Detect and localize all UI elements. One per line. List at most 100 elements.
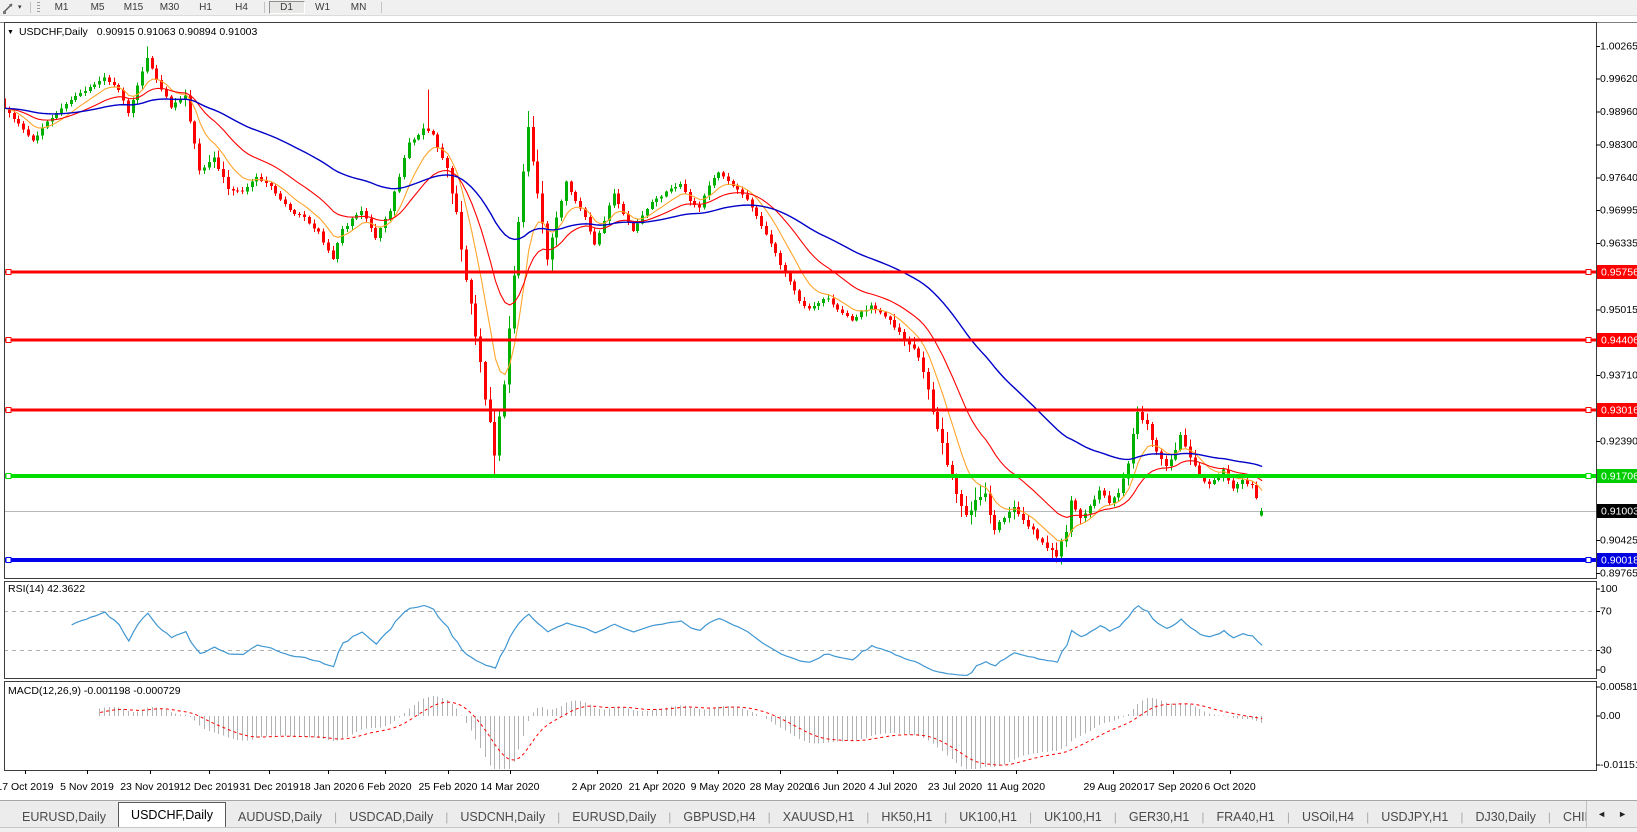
svg-text:14 Mar 2020: 14 Mar 2020 — [481, 781, 540, 793]
date-axis: 17 Oct 20195 Nov 201923 Nov 201912 Dec 2… — [0, 770, 1256, 793]
tab-usoil-h4[interactable]: USOil,H4 — [1290, 807, 1366, 827]
tab-usdchf-daily[interactable]: USDCHF,Daily — [118, 802, 226, 827]
svg-text:11 Aug 2020: 11 Aug 2020 — [987, 781, 1045, 793]
svg-text:-0.011514: -0.011514 — [1600, 759, 1637, 771]
macd-axis: 0.0058180.00-0.011514 — [1596, 681, 1637, 771]
tab-scroll-controls: ◄ ► — [1586, 801, 1637, 827]
ma-mid-line — [5, 88, 1262, 517]
svg-text:0: 0 — [1600, 664, 1606, 676]
timeframe-button-m5[interactable]: M5 — [80, 1, 116, 14]
svg-text:0.94406: 0.94406 — [1601, 335, 1637, 347]
level-line-handle[interactable] — [1586, 408, 1591, 413]
level-line-handle[interactable] — [1586, 558, 1591, 563]
svg-text:0.89765: 0.89765 — [1600, 567, 1637, 579]
timeframe-button-d1[interactable]: D1 — [269, 1, 305, 14]
level-line-handle[interactable] — [1586, 338, 1591, 343]
svg-text:0.90425: 0.90425 — [1600, 534, 1637, 546]
rsi-axis: 100 70 30 0 — [1596, 583, 1618, 676]
price-axis: 1.00265 0.99620 0.98960 0.98300 0.97640 0.969… — [1596, 41, 1637, 580]
svg-text:6 Oct 2020: 6 Oct 2020 — [1204, 781, 1256, 793]
svg-text:31 Dec 2019: 31 Dec 2019 — [239, 781, 299, 793]
svg-text:17 Oct 2019: 17 Oct 2019 — [0, 781, 54, 793]
timeframe-button-m15[interactable]: M15 — [116, 1, 152, 14]
tab-eurusd-daily[interactable]: EURUSD,Daily — [560, 807, 668, 827]
svg-text:16 Jun 2020: 16 Jun 2020 — [808, 781, 866, 793]
tab-hk50-h1[interactable]: HK50,H1 — [869, 807, 944, 827]
svg-text:0.93710: 0.93710 — [1600, 369, 1637, 381]
toolbar-separator — [30, 2, 31, 13]
toolbar-separator — [264, 2, 265, 13]
svg-text:21 Apr 2020: 21 Apr 2020 — [629, 781, 686, 793]
timeframe-button-w1[interactable]: W1 — [305, 1, 341, 14]
svg-text:0.97640: 0.97640 — [1600, 172, 1637, 184]
symbol-tab-bar: EURUSD,DailyUSDCHF,DailyAUDUSD,Daily|USD… — [0, 800, 1637, 827]
svg-text:0.005818: 0.005818 — [1600, 681, 1637, 693]
toolbar-separator — [381, 2, 382, 13]
svg-text:23 Jul 2020: 23 Jul 2020 — [928, 781, 982, 793]
tabs-scroll-left-icon[interactable]: ◄ — [1591, 809, 1612, 819]
line-tool-dropdown-caret-icon[interactable]: ▾ — [17, 0, 26, 15]
svg-text:0.90018: 0.90018 — [1601, 555, 1637, 567]
level-line-handle[interactable] — [1586, 474, 1591, 479]
timeframe-button-h1[interactable]: H1 — [188, 1, 224, 14]
macd-histogram — [100, 696, 1262, 769]
tab-eurusd-daily[interactable]: EURUSD,Daily — [10, 807, 118, 827]
chart-canvas[interactable]: 1.00265 0.99620 0.98960 0.98300 0.97640 0.969… — [0, 14, 1637, 800]
svg-text:0.98960: 0.98960 — [1600, 106, 1637, 118]
level-line-handle[interactable] — [6, 474, 11, 479]
svg-text:0.98300: 0.98300 — [1600, 139, 1637, 151]
tabs-container: EURUSD,DailyUSDCHF,DailyAUDUSD,Daily|USD… — [0, 801, 1586, 827]
svg-text:0.91003: 0.91003 — [1601, 506, 1637, 518]
toolbar-grip-handle[interactable] — [37, 2, 40, 13]
tabs-scroll-right-icon[interactable]: ► — [1612, 809, 1633, 819]
svg-text:0.93016: 0.93016 — [1601, 405, 1637, 417]
svg-text:70: 70 — [1600, 606, 1612, 618]
svg-text:0.99620: 0.99620 — [1600, 73, 1637, 85]
svg-text:0.95015: 0.95015 — [1600, 304, 1637, 316]
level-line-handle[interactable] — [6, 408, 11, 413]
macd-pane-layer — [100, 696, 1263, 769]
tab-uk100-h1[interactable]: UK100,H1 — [947, 807, 1029, 827]
level-line-handle[interactable] — [6, 270, 11, 275]
timeframe-button-mn[interactable]: MN — [341, 1, 377, 14]
timeframe-button-m30[interactable]: M30 — [152, 1, 188, 14]
tab-fra40-h1[interactable]: FRA40,H1 — [1204, 807, 1286, 827]
line-tool-icon[interactable] — [0, 0, 17, 15]
candles-layer — [3, 46, 1263, 564]
svg-text:1.00265: 1.00265 — [1600, 41, 1637, 53]
tab-xauusd-h1[interactable]: XAUUSD,H1 — [771, 807, 867, 827]
timeframe-toolbar: ▾ M1M5M15M30H1H4 D1W1MN — [0, 0, 1637, 16]
svg-text:30: 30 — [1600, 645, 1612, 657]
svg-text:5 Nov 2019: 5 Nov 2019 — [60, 781, 114, 793]
svg-text:18 Jan 2020: 18 Jan 2020 — [299, 781, 357, 793]
rsi-pane-layer — [4, 605, 1596, 675]
tab-ger30-h1[interactable]: GER30,H1 — [1117, 807, 1201, 827]
price-pane-layer — [3, 46, 1596, 564]
tab-usdcnh-daily[interactable]: USDCNH,Daily — [448, 807, 557, 827]
timeframe-button-m1[interactable]: M1 — [44, 1, 80, 14]
svg-text:9 May 2020: 9 May 2020 — [691, 781, 746, 793]
svg-text:0.96995: 0.96995 — [1600, 205, 1637, 217]
svg-text:17 Sep 2020: 17 Sep 2020 — [1143, 781, 1203, 793]
tab-gbpusd-h4[interactable]: GBPUSD,H4 — [671, 807, 767, 827]
svg-text:6 Feb 2020: 6 Feb 2020 — [358, 781, 411, 793]
level-line-handle[interactable] — [1586, 270, 1591, 275]
svg-text:2 Apr 2020: 2 Apr 2020 — [572, 781, 623, 793]
svg-text:0.91706: 0.91706 — [1601, 471, 1637, 483]
svg-text:25 Feb 2020: 25 Feb 2020 — [419, 781, 478, 793]
svg-text:28 May 2020: 28 May 2020 — [750, 781, 811, 793]
svg-text:0.95756: 0.95756 — [1601, 267, 1637, 279]
svg-text:100: 100 — [1600, 583, 1618, 595]
level-line-handle[interactable] — [6, 338, 11, 343]
tab-uk100-h1[interactable]: UK100,H1 — [1032, 807, 1114, 827]
level-line-handle[interactable] — [6, 558, 11, 563]
tab-dj30-daily[interactable]: DJ30,Daily — [1463, 807, 1547, 827]
timeframe-button-h4[interactable]: H4 — [224, 1, 260, 14]
tab-usdcad-daily[interactable]: USDCAD,Daily — [337, 807, 445, 827]
status-strip — [0, 827, 1637, 832]
tab-china300-h1[interactable]: CHINA300,H1 — [1551, 807, 1586, 827]
ma-fast-line — [5, 79, 1262, 541]
tab-usdjpy-h1[interactable]: USDJPY,H1 — [1369, 807, 1460, 827]
pane-border — [5, 582, 1597, 679]
tab-audusd-daily[interactable]: AUDUSD,Daily — [226, 807, 334, 827]
